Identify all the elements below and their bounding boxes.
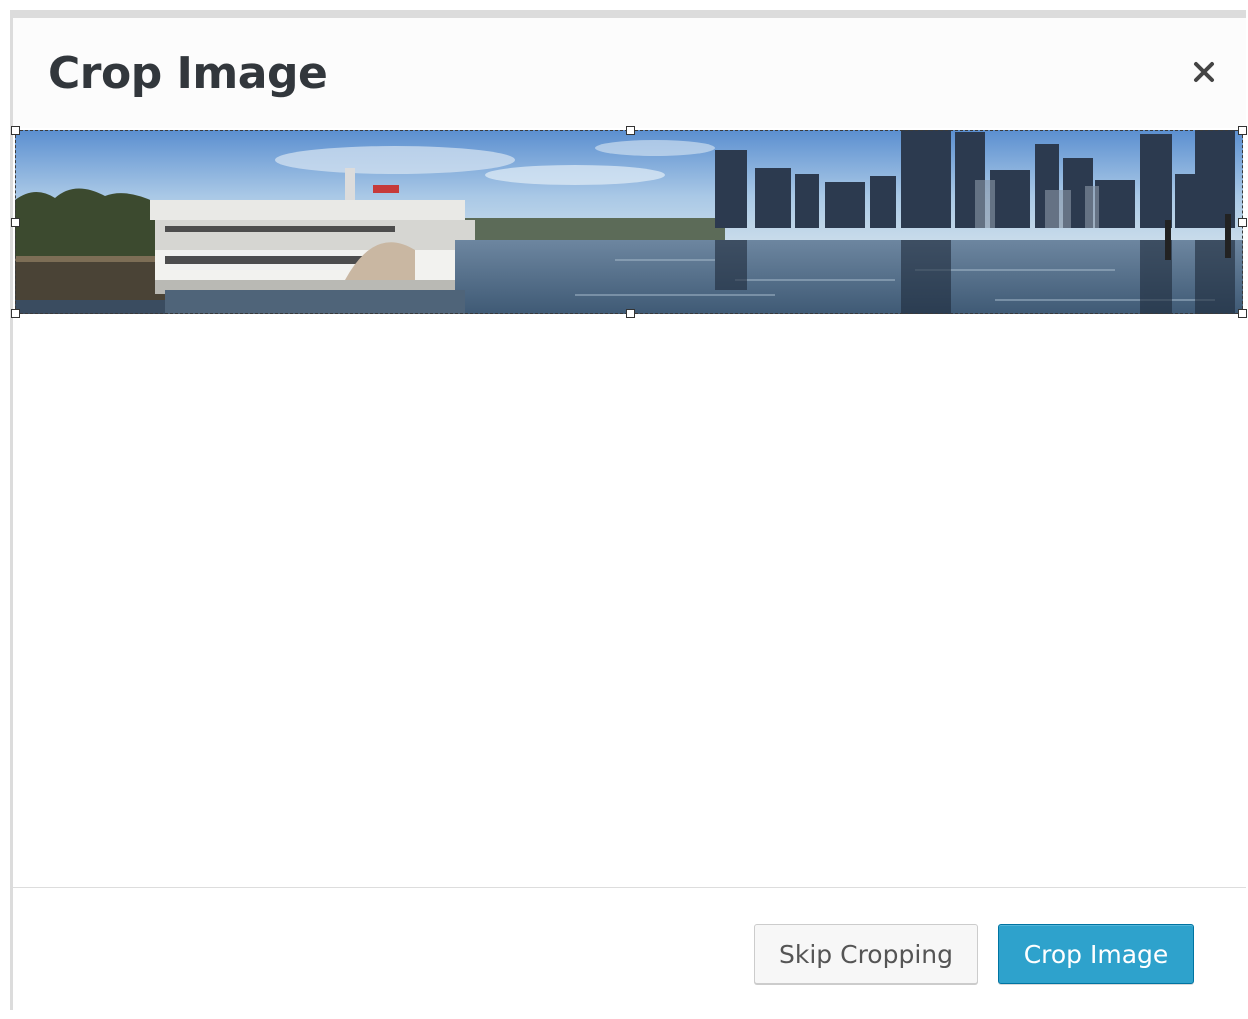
skip-cropping-button[interactable]: Skip Cropping bbox=[754, 924, 978, 984]
close-icon bbox=[1194, 62, 1214, 82]
close-button[interactable] bbox=[1184, 52, 1224, 92]
page-frame: Crop Image Skip Cropping Crop Image bbox=[0, 0, 1248, 1019]
crop-handle-top-left[interactable] bbox=[11, 126, 20, 135]
crop-handle-middle-left[interactable] bbox=[11, 218, 20, 227]
crop-handle-bottom-right[interactable] bbox=[1238, 309, 1247, 318]
dialog-header: Crop Image bbox=[13, 18, 1246, 128]
dialog-title: Crop Image bbox=[48, 48, 328, 99]
crop-image-dialog: Crop Image Skip Cropping Crop Image bbox=[10, 10, 1247, 1019]
crop-handle-top-right[interactable] bbox=[1238, 126, 1247, 135]
crop-handle-middle-right[interactable] bbox=[1238, 218, 1247, 227]
crop-handle-bottom-left[interactable] bbox=[11, 309, 20, 318]
dialog-footer: Skip Cropping Crop Image bbox=[13, 887, 1246, 1019]
crop-handle-top-center[interactable] bbox=[626, 126, 635, 135]
crop-handle-bottom-center[interactable] bbox=[626, 309, 635, 318]
crop-selection-box[interactable] bbox=[11, 126, 1247, 318]
crop-image-button[interactable]: Crop Image bbox=[998, 924, 1194, 984]
